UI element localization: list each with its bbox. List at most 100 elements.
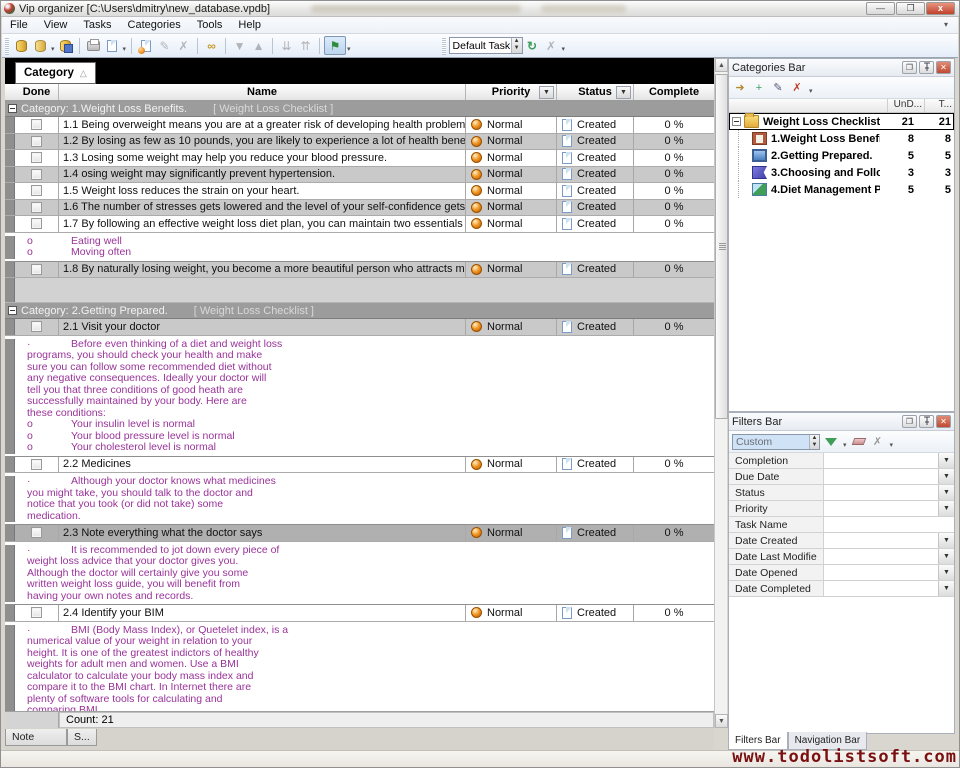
complete-cell[interactable]: 0 % (634, 525, 714, 541)
task-row[interactable]: 1.4 osing weight may significantly preve… (5, 167, 714, 184)
minimize-button[interactable]: — (866, 2, 895, 15)
task-name-cell[interactable]: 1.2 By losing as few as 10 pounds, you a… (59, 134, 466, 150)
priority-cell[interactable]: Normal (466, 605, 557, 621)
status-cell[interactable]: Created (557, 117, 634, 133)
task-name-cell[interactable]: 1.3 Losing some weight may help you redu… (59, 150, 466, 166)
priority-cell[interactable]: Normal (466, 117, 557, 133)
menubar-options-chevron-icon[interactable]: ▾ (944, 20, 948, 29)
panel-close-icon[interactable]: ✕ (936, 61, 951, 74)
column-header-total[interactable]: T... (924, 99, 954, 112)
status-cell[interactable]: Created (557, 200, 634, 216)
task-row[interactable]: 2.2 MedicinesNormalCreated0 % (5, 457, 714, 474)
done-cell[interactable] (15, 167, 59, 183)
print-dropdown-icon[interactable]: ▾ (123, 45, 127, 53)
collapse-icon[interactable] (8, 104, 17, 113)
priority-cell[interactable]: Normal (466, 525, 557, 541)
complete-cell[interactable]: 0 % (634, 200, 714, 216)
status-cell[interactable]: Created (557, 183, 634, 199)
show-notes-toggle[interactable]: ⚑ (324, 36, 346, 55)
task-row[interactable]: 2.4 Identify your BIMNormalCreated0 % (5, 605, 714, 622)
filter-value-input[interactable] (824, 549, 938, 564)
filter-dropdown-icon[interactable]: ▼ (938, 565, 954, 580)
priority-cell[interactable]: Normal (466, 319, 557, 335)
view-toolbar-more-icon[interactable]: ▾ (562, 45, 566, 53)
done-cell[interactable] (15, 117, 59, 133)
task-name-cell[interactable]: 2.3 Note everything what the doctor says (59, 525, 466, 541)
maximize-button[interactable]: ❐ (896, 2, 925, 15)
menu-tasks[interactable]: Tasks (75, 19, 119, 31)
category-group-row[interactable]: Category: 2.Getting Prepared.[ Weight Lo… (5, 303, 714, 319)
filter-value-input[interactable] (824, 533, 938, 548)
collapse-icon[interactable] (8, 306, 17, 315)
menu-file[interactable]: File (2, 19, 36, 31)
task-name-cell[interactable]: 1.4 osing weight may significantly preve… (59, 167, 466, 183)
done-checkbox[interactable] (31, 202, 42, 213)
task-name-cell[interactable]: 1.7 By following an effective weight los… (59, 216, 466, 232)
status-cell[interactable]: Created (557, 457, 634, 473)
column-header-priority[interactable]: Priority ▼ (466, 84, 557, 100)
status-cell[interactable]: Created (557, 262, 634, 278)
complete-cell[interactable]: 0 % (634, 134, 714, 150)
apply-filter-icon[interactable] (823, 434, 839, 449)
vertical-scrollbar[interactable]: ▲ ▼ (714, 58, 727, 728)
status-cell[interactable]: Created (557, 525, 634, 541)
filter-dropdown-icon[interactable]: ▼ (938, 453, 954, 468)
menu-tools[interactable]: Tools (189, 19, 231, 31)
done-cell[interactable] (15, 605, 59, 621)
menu-help[interactable]: Help (230, 19, 269, 31)
move-bottom-icon[interactable]: ⇊ (278, 37, 295, 54)
task-name-cell[interactable]: 1.8 By naturally losing weight, you beco… (59, 262, 466, 278)
task-row[interactable]: 1.6 The number of stresses gets lowered … (5, 200, 714, 217)
remove-filter-icon[interactable]: ✗ (870, 434, 886, 449)
status-cell[interactable]: Created (557, 150, 634, 166)
done-cell[interactable] (15, 216, 59, 232)
done-checkbox[interactable] (31, 136, 42, 147)
priority-cell[interactable]: Normal (466, 150, 557, 166)
filter-preset-dropdown-icon[interactable]: ▲▼ (809, 435, 819, 449)
priority-cell[interactable]: Normal (466, 167, 557, 183)
apply-filter-dropdown-icon[interactable]: ▾ (843, 441, 847, 449)
move-up-icon[interactable]: ▲ (250, 37, 267, 54)
done-checkbox[interactable] (31, 459, 42, 470)
print-preview-icon[interactable] (104, 37, 121, 54)
scroll-down-icon[interactable]: ▼ (715, 714, 728, 728)
status-cell[interactable]: Created (557, 167, 634, 183)
column-header-complete[interactable]: Complete (634, 84, 714, 100)
new-category-icon[interactable]: ➜ (732, 80, 748, 95)
task-row[interactable]: 2.3 Note everything what the doctor says… (5, 525, 714, 542)
delete-category-icon[interactable]: ✗ (789, 80, 805, 95)
view-notes-icon[interactable]: ∞ (203, 37, 220, 54)
task-view-dropdown-icon[interactable]: ▲▼ (511, 38, 522, 53)
priority-cell[interactable]: Normal (466, 183, 557, 199)
done-cell[interactable] (15, 262, 59, 278)
priority-cell[interactable]: Normal (466, 457, 557, 473)
status-cell[interactable]: Created (557, 319, 634, 335)
done-checkbox[interactable] (31, 264, 42, 275)
column-header-undone[interactable]: UnD... (887, 99, 924, 112)
title-bar[interactable]: Vip organizer [C:\Users\dmitry\new_datab… (1, 1, 959, 17)
done-cell[interactable] (15, 134, 59, 150)
filter-dropdown-icon[interactable]: ▼ (938, 581, 954, 596)
done-checkbox[interactable] (31, 169, 42, 180)
filter-dropdown-icon[interactable]: ▼ (938, 469, 954, 484)
edit-category-icon[interactable]: ✎ (770, 80, 786, 95)
categories-toolbar-more-icon[interactable]: ▾ (809, 87, 813, 95)
done-cell[interactable] (15, 525, 59, 541)
status-filter-dropdown-icon[interactable]: ▼ (616, 86, 631, 99)
tree-item-1-weight-loss-benefits[interactable]: 1.Weight Loss Benefits.88 (729, 130, 954, 147)
menu-categories[interactable]: Categories (120, 19, 189, 31)
toolbar-grip[interactable] (5, 37, 9, 55)
open-database-icon[interactable] (32, 37, 49, 54)
complete-cell[interactable]: 0 % (634, 605, 714, 621)
panel-close-icon[interactable]: ✕ (936, 415, 951, 428)
tab-note[interactable]: Note (5, 729, 67, 746)
apply-view-icon[interactable]: ↻ (524, 37, 541, 54)
tree-item-4-diet-management-prohibition[interactable]: 4.Diet Management Prohibition55 (729, 181, 954, 198)
task-row[interactable]: 1.1 Being overweight means you are at a … (5, 117, 714, 134)
tree-item-3-choosing-and-following-your[interactable]: 3.Choosing and Following Your33 (729, 164, 954, 181)
print-icon[interactable] (85, 37, 102, 54)
filter-dropdown-icon[interactable]: ▼ (938, 501, 954, 516)
delete-task-icon[interactable]: ✗ (175, 37, 192, 54)
scrollbar-thumb[interactable] (715, 74, 728, 419)
done-checkbox[interactable] (31, 218, 42, 229)
